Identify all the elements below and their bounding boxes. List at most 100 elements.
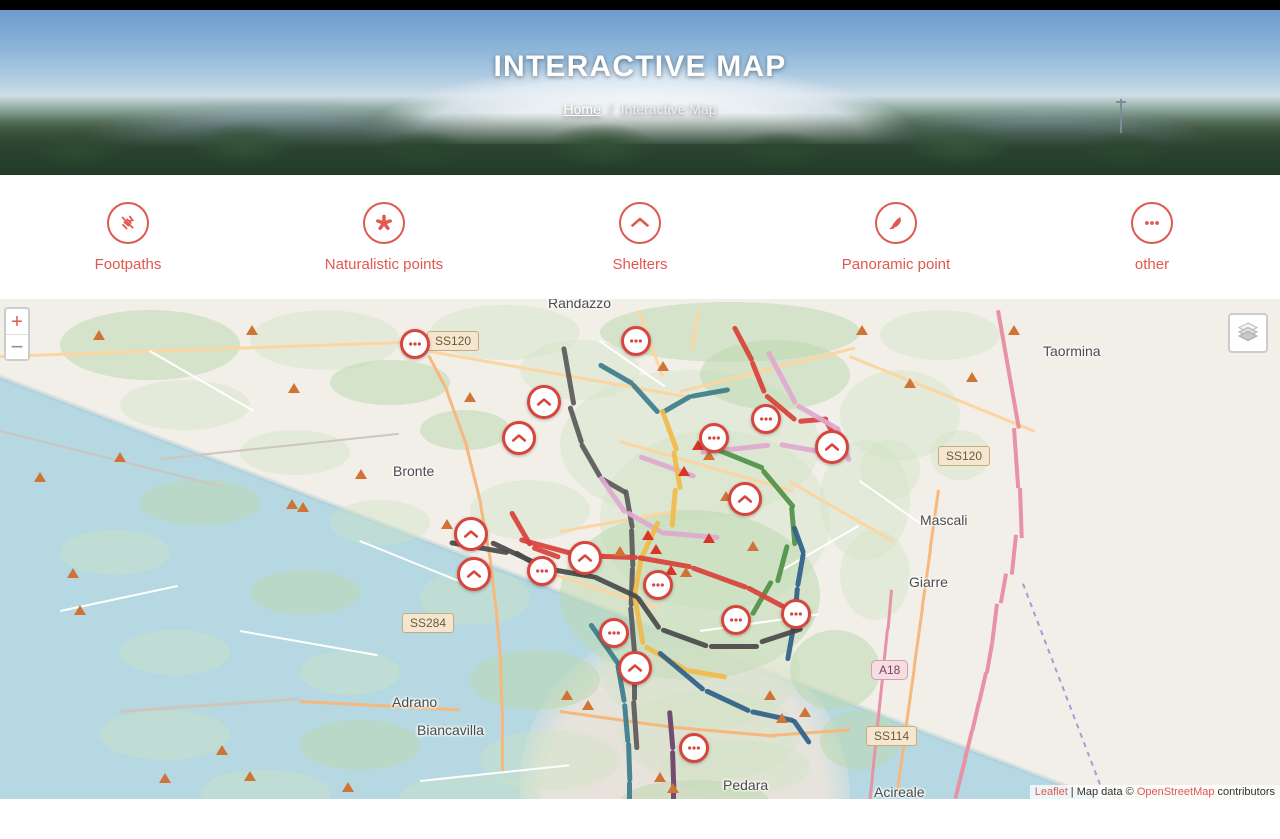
peak-triangle-icon	[642, 530, 654, 540]
peak-triangle-icon	[764, 690, 776, 700]
green-area	[880, 310, 1000, 360]
peak-triangle-icon	[246, 325, 258, 335]
map-marker-other[interactable]	[527, 556, 557, 586]
category-naturalistic-points[interactable]: Naturalistic points	[256, 201, 512, 273]
place-label: Giarre	[909, 574, 948, 590]
openstreetmap-link[interactable]: OpenStreetMap	[1137, 786, 1215, 798]
peak-triangle-icon	[74, 605, 86, 615]
peak-triangle-icon	[34, 472, 46, 482]
breadcrumb-current: Interactive Map	[620, 101, 717, 117]
peak-triangle-icon	[244, 771, 256, 781]
shelter-roof-icon	[575, 548, 595, 568]
zoom-out-button[interactable]: −	[6, 334, 28, 359]
peak-triangle-icon	[1008, 325, 1020, 335]
green-area	[840, 530, 910, 620]
peak-triangle-icon	[297, 502, 309, 512]
map-marker-other[interactable]	[699, 423, 729, 453]
map-marker-shelter[interactable]	[815, 430, 849, 464]
peak-triangle-icon	[650, 544, 662, 554]
peak-triangle-icon	[657, 361, 669, 371]
peak-triangle-icon	[703, 533, 715, 543]
map-marker-other[interactable]	[599, 618, 629, 648]
ellipsis-icon	[686, 740, 702, 756]
attribution-middle: | Map data ©	[1067, 786, 1137, 798]
green-area	[100, 710, 230, 760]
trail-segment	[709, 644, 759, 649]
category-label: Footpaths	[94, 255, 162, 273]
map-marker-shelter[interactable]	[568, 541, 602, 575]
map-marker-shelter[interactable]	[454, 517, 488, 551]
ellipsis-icon	[1131, 201, 1173, 244]
green-area	[790, 630, 880, 710]
layers-control-button[interactable]	[1228, 313, 1268, 353]
breadcrumb-home-link[interactable]: Home	[564, 101, 601, 117]
peak-triangle-icon	[342, 782, 354, 792]
map-marker-other[interactable]	[679, 733, 709, 763]
map-marker-shelter[interactable]	[502, 421, 536, 455]
category-shelters[interactable]: Shelters	[512, 201, 768, 273]
road-shield: SS114	[866, 726, 918, 746]
page-footer-space	[0, 799, 1280, 839]
peak-triangle-icon	[114, 452, 126, 462]
breadcrumb: Home / Interactive Map	[564, 101, 717, 117]
zoom-in-button[interactable]: +	[6, 309, 28, 334]
map-marker-shelter[interactable]	[457, 557, 491, 591]
breadcrumb-separator: /	[608, 101, 613, 117]
map-marker-other[interactable]	[643, 570, 673, 600]
shelter-roof-icon	[822, 437, 842, 457]
peak-triangle-icon	[464, 392, 476, 402]
place-label: Randazzo	[548, 299, 612, 311]
ellipsis-icon	[534, 563, 550, 579]
category-footpaths[interactable]: Footpaths	[0, 201, 256, 273]
shelter-roof-icon	[464, 564, 484, 584]
place-label: Acireale	[874, 784, 925, 799]
green-area	[300, 650, 400, 695]
category-label: Shelters	[612, 255, 668, 273]
green-area	[860, 440, 920, 500]
category-other[interactable]: other	[1024, 201, 1280, 273]
peak-triangle-icon	[67, 568, 79, 578]
category-panoramic-point[interactable]: Panoramic point	[768, 201, 1024, 273]
map-marker-other[interactable]	[400, 329, 430, 359]
peak-triangle-icon	[561, 690, 573, 700]
green-area	[240, 430, 350, 475]
peak-triangle-icon	[216, 745, 228, 755]
green-area	[120, 380, 250, 430]
peak-triangle-icon	[441, 519, 453, 529]
peak-triangle-icon	[776, 713, 788, 723]
browser-top-strip	[0, 0, 1280, 10]
green-area	[470, 480, 590, 540]
peak-triangle-icon	[582, 700, 594, 710]
green-area	[140, 480, 260, 525]
map-marker-other[interactable]	[751, 404, 781, 434]
map-marker-other[interactable]	[721, 605, 751, 635]
map-marker-shelter[interactable]	[618, 651, 652, 685]
ellipsis-icon	[628, 333, 644, 349]
map-marker-shelter[interactable]	[728, 482, 762, 516]
zoom-control[interactable]: + −	[4, 307, 30, 361]
peak-triangle-icon	[159, 773, 171, 783]
green-area	[120, 630, 230, 675]
peak-triangle-icon	[856, 325, 868, 335]
leaflet-link[interactable]: Leaflet	[1035, 786, 1068, 798]
road-segment	[501, 713, 504, 773]
peak-triangle-icon	[747, 541, 759, 551]
footpath-icon	[107, 201, 149, 244]
ellipsis-icon	[728, 612, 744, 628]
map-marker-other[interactable]	[781, 599, 811, 629]
peak-triangle-icon	[667, 783, 679, 793]
ellipsis-icon	[758, 411, 774, 427]
interactive-map[interactable]: Randazzo Taormina Bronte Mascali Giarre Adran…	[0, 299, 1280, 799]
map-marker-other[interactable]	[621, 326, 651, 356]
shelter-roof-icon	[735, 489, 755, 509]
map-attribution: Leaflet | Map data © OpenStreetMap contr…	[1029, 785, 1280, 799]
peak-triangle-icon	[904, 378, 916, 388]
map-marker-shelter[interactable]	[527, 385, 561, 419]
page-title: INTERACTIVE MAP	[493, 50, 787, 83]
ellipsis-icon	[788, 606, 804, 622]
place-label: Mascali	[920, 512, 968, 528]
green-area	[60, 310, 240, 380]
asterisk-flower-icon	[363, 201, 405, 244]
shelter-roof-icon	[461, 524, 481, 544]
category-label: Naturalistic points	[324, 255, 444, 273]
